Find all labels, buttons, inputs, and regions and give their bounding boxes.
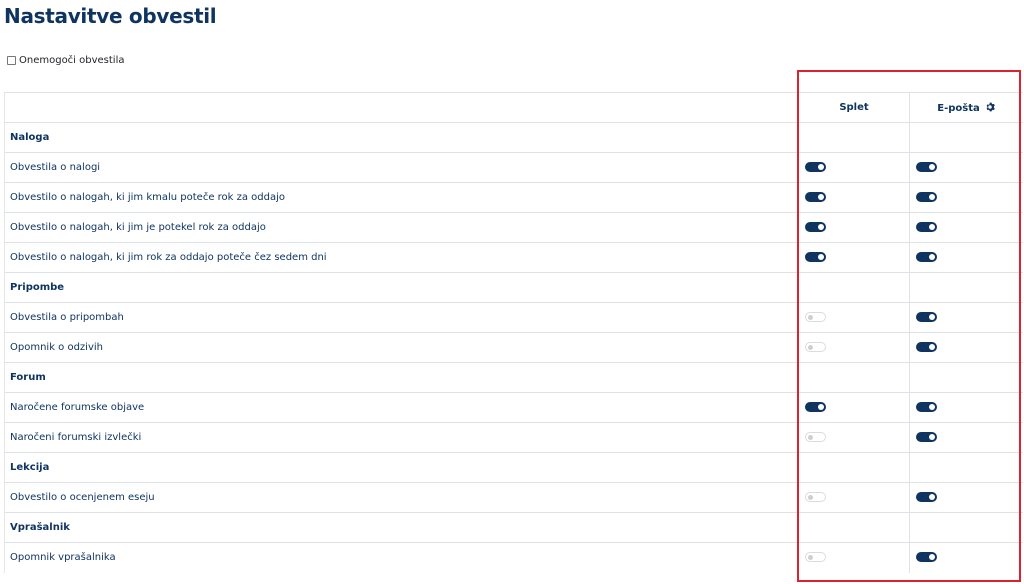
- column-header-web: Splet: [798, 92, 910, 123]
- header-empty-cell: [4, 92, 799, 123]
- web-toggle-cell: [798, 212, 910, 243]
- web-toggle[interactable]: [805, 492, 826, 502]
- group-web-cell: [798, 362, 910, 393]
- email-toggle[interactable]: [916, 222, 937, 232]
- notification-label: Naročeni forumski izvlečki: [4, 422, 799, 453]
- table-row: Obvestila o nalogi: [4, 152, 1023, 183]
- web-toggle[interactable]: [805, 162, 826, 172]
- gear-icon[interactable]: [985, 102, 996, 112]
- notification-label: Obvestila o nalogi: [4, 152, 799, 183]
- email-toggle[interactable]: [916, 192, 937, 202]
- group-email-cell: [909, 272, 1023, 303]
- group-heading: Pripombe: [4, 272, 799, 303]
- column-header-email-label: E-pošta: [937, 102, 980, 114]
- web-toggle[interactable]: [805, 252, 826, 262]
- notification-label: Obvestilo o ocenjenem eseju: [4, 482, 799, 513]
- email-toggle-cell: [909, 422, 1023, 453]
- group-email-cell: [909, 122, 1023, 153]
- web-toggle-cell: [798, 422, 910, 453]
- email-toggle[interactable]: [916, 492, 937, 502]
- email-toggle[interactable]: [916, 342, 937, 352]
- group-email-cell: [909, 452, 1023, 483]
- table-row: Naročeni forumski izvlečki: [4, 422, 1023, 453]
- table-row: Opomnik vprašalnika: [4, 542, 1023, 573]
- table-header-row: Splet E-pošta: [4, 92, 1023, 123]
- email-toggle-cell: [909, 212, 1023, 243]
- email-toggle[interactable]: [916, 252, 937, 262]
- email-toggle-cell: [909, 242, 1023, 273]
- notification-label: Obvestilo o nalogah, ki jim kmalu poteče…: [4, 182, 799, 213]
- group-web-cell: [798, 512, 910, 543]
- web-toggle-cell: [798, 392, 910, 423]
- group-row: Vprašalnik: [4, 512, 1023, 543]
- web-toggle[interactable]: [805, 342, 826, 352]
- notification-label: Obvestilo o nalogah, ki jim je potekel r…: [4, 212, 799, 243]
- group-web-cell: [798, 272, 910, 303]
- email-toggle-cell: [909, 392, 1023, 423]
- table-row: Obvestilo o nalogah, ki jim rok za oddaj…: [4, 242, 1023, 273]
- web-toggle-cell: [798, 542, 910, 573]
- table-row: Opomnik o odzivih: [4, 332, 1023, 363]
- group-row: Pripombe: [4, 272, 1023, 303]
- disable-notifications-checkbox[interactable]: Onemogoči obvestila: [7, 55, 125, 66]
- email-toggle-cell: [909, 152, 1023, 183]
- group-heading: Forum: [4, 362, 799, 393]
- group-web-cell: [798, 452, 910, 483]
- notification-label: Obvestilo o nalogah, ki jim rok za oddaj…: [4, 242, 799, 273]
- notification-label: Obvestila o pripombah: [4, 302, 799, 333]
- group-heading: Lekcija: [4, 452, 799, 483]
- web-toggle[interactable]: [805, 552, 826, 563]
- email-toggle[interactable]: [916, 432, 937, 442]
- group-row: Lekcija: [4, 452, 1023, 483]
- web-toggle-cell: [798, 302, 910, 333]
- table-row: Obvestilo o ocenjenem eseju: [4, 482, 1023, 513]
- group-row: Naloga: [4, 122, 1023, 153]
- email-toggle-cell: [909, 542, 1023, 573]
- email-toggle-cell: [909, 302, 1023, 333]
- web-toggle[interactable]: [805, 192, 826, 202]
- email-toggle-cell: [909, 182, 1023, 213]
- notification-label: Opomnik vprašalnika: [4, 542, 799, 573]
- web-toggle-cell: [798, 482, 910, 513]
- group-email-cell: [909, 362, 1023, 393]
- web-toggle[interactable]: [805, 222, 826, 232]
- group-web-cell: [798, 122, 910, 153]
- page-title: Nastavitve obvestil: [4, 4, 217, 28]
- web-toggle[interactable]: [805, 312, 826, 322]
- email-toggle[interactable]: [916, 402, 937, 412]
- group-row: Forum: [4, 362, 1023, 393]
- group-email-cell: [909, 512, 1023, 543]
- email-toggle[interactable]: [916, 552, 937, 563]
- notification-label: Opomnik o odzivih: [4, 332, 799, 363]
- web-toggle-cell: [798, 242, 910, 273]
- table-row: Naročene forumske objave: [4, 392, 1023, 423]
- email-toggle-cell: [909, 332, 1023, 363]
- web-toggle[interactable]: [805, 402, 826, 412]
- column-header-email: E-pošta: [909, 92, 1023, 123]
- table-row: Obvestilo o nalogah, ki jim je potekel r…: [4, 212, 1023, 243]
- email-toggle[interactable]: [916, 162, 937, 172]
- group-heading: Naloga: [4, 122, 799, 153]
- table-row: Obvestilo o nalogah, ki jim kmalu poteče…: [4, 182, 1023, 213]
- table-row: Obvestila o pripombah: [4, 302, 1023, 333]
- web-toggle-cell: [798, 182, 910, 213]
- web-toggle-cell: [798, 332, 910, 363]
- disable-notifications-label: Onemogoči obvestila: [19, 55, 125, 66]
- email-toggle[interactable]: [916, 312, 937, 322]
- checkbox-box[interactable]: [7, 56, 16, 65]
- web-toggle[interactable]: [805, 432, 826, 442]
- notification-label: Naročene forumske objave: [4, 392, 799, 423]
- email-toggle-cell: [909, 482, 1023, 513]
- web-toggle-cell: [798, 152, 910, 183]
- notification-preferences-table: Splet E-pošta Naloga Obvestila o nalogi Ob…: [4, 92, 1023, 573]
- group-heading: Vprašalnik: [4, 512, 799, 543]
